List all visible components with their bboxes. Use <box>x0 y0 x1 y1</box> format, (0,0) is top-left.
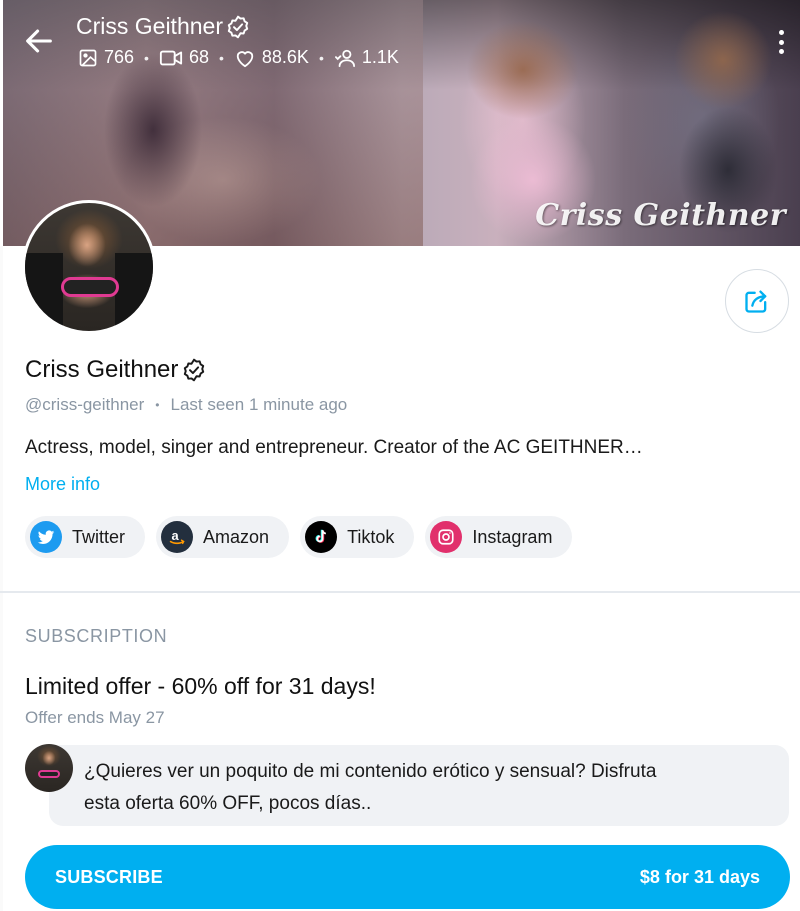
subscribe-button[interactable]: SUBSCRIBE $8 for 31 days <box>25 845 790 909</box>
subscribe-label: SUBSCRIBE <box>55 866 163 887</box>
instagram-icon <box>430 521 463 553</box>
social-link-amazon[interactable]: a Amazon <box>156 516 290 558</box>
stat-videos[interactable]: 68 <box>159 47 209 68</box>
header-name: Criss Geithner <box>76 13 223 39</box>
fans-icon <box>334 49 355 67</box>
heart-icon <box>236 50 254 67</box>
amazon-icon: a <box>161 521 194 553</box>
social-label: Twitter <box>72 526 126 547</box>
tiktok-icon <box>305 521 338 553</box>
offer-ends: Offer ends May 27 <box>25 708 165 727</box>
likes-count: 88.6K <box>261 47 309 67</box>
offer-message: ¿Quieres ver un poquito de mi contenido … <box>49 745 789 826</box>
profile-avatar[interactable] <box>22 200 156 334</box>
section-divider <box>0 591 800 593</box>
videos-count: 68 <box>188 47 209 67</box>
stat-fans[interactable]: 1.1K <box>334 47 399 68</box>
social-label: Amazon <box>203 526 270 547</box>
subscribe-price: $8 for 31 days <box>639 866 760 887</box>
more-options-button[interactable] <box>774 28 788 56</box>
header-title: Criss Geithner <box>76 13 251 40</box>
social-link-instagram[interactable]: Instagram <box>425 516 573 558</box>
last-seen: Last seen 1 minute ago <box>170 395 348 414</box>
more-info-link[interactable]: More info <box>25 474 100 495</box>
photos-count: 766 <box>104 47 135 67</box>
more-dot-icon <box>778 30 784 35</box>
back-button[interactable] <box>22 24 56 58</box>
social-links: Twitter a Amazon Tiktok Instagram <box>25 516 573 558</box>
twitter-icon <box>30 521 62 553</box>
social-label: Instagram <box>472 526 553 547</box>
separator-dot: • <box>144 49 149 66</box>
separator-dot: • <box>318 49 324 66</box>
profile-name-text: Criss Geithner <box>25 356 179 383</box>
offer-message-line: ¿Quieres ver un poquito de mi contenido … <box>84 761 657 782</box>
separator-dot: • <box>218 49 224 66</box>
profile-bio: Actress, model, singer and entrepreneur.… <box>25 437 643 458</box>
profile-name: Criss Geithner <box>25 356 207 384</box>
stat-likes[interactable]: 88.6K <box>234 47 309 68</box>
verified-icon <box>184 358 205 382</box>
arrow-left-icon <box>26 29 52 53</box>
cover-watermark: Criss Geithner <box>535 198 786 233</box>
share-button[interactable] <box>725 269 789 333</box>
social-label: Tiktok <box>347 526 395 547</box>
video-icon <box>159 50 183 65</box>
separator-dot: • <box>155 398 160 412</box>
subscription-heading: SUBSCRIPTION <box>25 626 168 646</box>
stat-photos[interactable]: 766 <box>78 47 134 68</box>
social-link-tiktok[interactable]: Tiktok <box>300 516 415 558</box>
share-icon <box>745 290 767 313</box>
message-avatar <box>25 744 73 792</box>
image-icon <box>79 49 97 66</box>
more-dot-icon <box>778 39 784 45</box>
more-dot-icon <box>778 49 784 54</box>
social-link-twitter[interactable]: Twitter <box>25 516 146 558</box>
profile-handle: @criss-geithner <box>25 395 145 414</box>
svg-text:a: a <box>172 528 180 543</box>
header-stats: 766 • 68 • 88.6K • 1.1K <box>78 47 399 68</box>
profile-meta: @criss-geithner • Last seen 1 minute ago <box>25 395 347 415</box>
verified-icon <box>227 15 249 38</box>
offer-title: Limited offer - 60% off for 31 days! <box>25 673 376 699</box>
page-edge <box>0 246 3 911</box>
fans-count: 1.1K <box>361 47 399 67</box>
offer-message-line: esta oferta 60% OFF, pocos días.. <box>84 793 372 814</box>
